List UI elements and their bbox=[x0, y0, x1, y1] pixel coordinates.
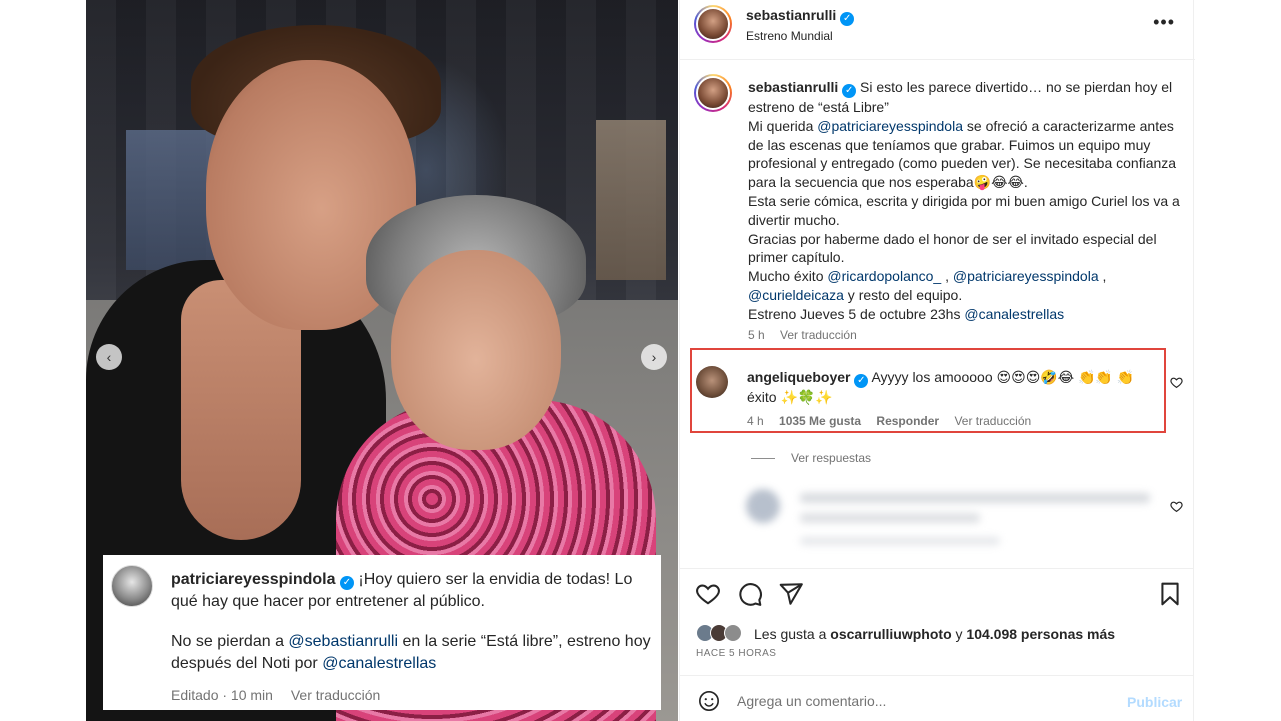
overlay-see-translation[interactable]: Ver traducción bbox=[291, 687, 381, 703]
view-replies-line bbox=[751, 458, 775, 460]
caption-line-4: Gracias por haberme dado el honor de ser… bbox=[748, 230, 1157, 266]
view-replies-button[interactable]: Ver respuestas bbox=[751, 451, 871, 465]
overlay-username[interactable]: patriciareyesspindola bbox=[171, 571, 336, 588]
author-avatar[interactable] bbox=[694, 5, 732, 43]
commenter-username[interactable]: angeliqueboyer bbox=[747, 369, 850, 385]
overlay-text-2a: No se pierdan a bbox=[171, 633, 289, 650]
overlay-avatar[interactable] bbox=[111, 565, 153, 607]
photo-set-panel bbox=[596, 120, 666, 280]
likes-summary: Les gusta a oscarrulliuwphoto y 104.098 … bbox=[754, 626, 1115, 642]
emoji-icon[interactable] bbox=[698, 690, 720, 712]
comment-text: angeliqueboyer ✓ Ayyyy los amooooo 😍😍😍🤣😂… bbox=[747, 368, 1147, 407]
mention-link[interactable]: @canalestrellas bbox=[322, 655, 436, 672]
likers-avatars[interactable] bbox=[696, 624, 748, 644]
author-username[interactable]: sebastianrulli ✓ bbox=[746, 7, 855, 26]
likes-count[interactable]: 104.098 personas más bbox=[966, 626, 1115, 642]
caption-time[interactable]: 5 h bbox=[748, 328, 765, 342]
overlay-comment-text: patriciareyesspindola ✓ ¡Hoy quiero ser … bbox=[171, 569, 651, 675]
left-gutter bbox=[0, 0, 86, 721]
caption-line-6: Estreno Jueves 5 de octubre 23hs bbox=[748, 305, 965, 322]
caption-see-translation[interactable]: Ver traducción bbox=[780, 328, 857, 342]
comment-input[interactable] bbox=[737, 693, 1107, 709]
caption-text: sebastianrulli ✓ Si esto les parece dive… bbox=[748, 78, 1180, 324]
likes-prefix: Les gusta a bbox=[754, 626, 831, 642]
overlay-edited: Editado · 10 min bbox=[171, 687, 273, 703]
commenter-avatar[interactable] bbox=[696, 366, 728, 398]
post-header: sebastianrulli ✓ Estreno Mundial ••• bbox=[680, 0, 1195, 60]
mention-link[interactable]: @patriciareyesspindola bbox=[953, 268, 1099, 284]
comment-meta: 4 h 1035 Me gusta Responder Ver traducci… bbox=[747, 414, 1043, 428]
post-time-ago[interactable]: HACE 5 HORAS bbox=[696, 648, 776, 659]
save-bookmark-icon[interactable] bbox=[1157, 581, 1183, 607]
comment-see-translation[interactable]: Ver traducción bbox=[954, 414, 1031, 428]
caption-separator: , bbox=[1098, 268, 1107, 285]
carousel-prev-button[interactable]: ‹ bbox=[96, 344, 122, 370]
verified-badge-icon: ✓ bbox=[339, 576, 354, 590]
post-subtitle[interactable]: Estreno Mundial bbox=[746, 29, 833, 43]
verified-badge-icon: ✓ bbox=[854, 374, 869, 388]
overlay-meta: Editado · 10 min Ver traducción bbox=[171, 687, 394, 703]
more-options-icon[interactable]: ••• bbox=[1153, 12, 1175, 33]
carousel-next-button[interactable]: › bbox=[641, 344, 667, 370]
actions-divider bbox=[679, 568, 1194, 569]
caption-line-5a: Mucho éxito bbox=[748, 268, 828, 285]
mention-link[interactable]: @ricardopolanco_ bbox=[827, 268, 941, 284]
likes-middle: y bbox=[951, 626, 967, 642]
caption-avatar[interactable] bbox=[694, 74, 732, 112]
view-replies-label[interactable]: Ver respuestas bbox=[791, 451, 871, 465]
overlay-paragraph-2: No se pierdan a @sebastianrulli en la se… bbox=[171, 631, 651, 675]
caption-meta: 5 h Ver traducción bbox=[748, 328, 869, 342]
caption-username[interactable]: sebastianrulli bbox=[748, 79, 838, 95]
comment-likes[interactable]: 1035 Me gusta bbox=[779, 414, 861, 428]
right-gutter bbox=[1195, 0, 1281, 721]
comment-reply-button[interactable]: Responder bbox=[876, 414, 939, 428]
comment-like-heart-icon[interactable] bbox=[1170, 376, 1183, 392]
verified-badge-icon: ✓ bbox=[842, 84, 857, 98]
mention-link[interactable]: @patriciareyesspindola bbox=[817, 118, 963, 134]
photo-woman-face bbox=[391, 250, 561, 450]
mention-link[interactable]: @canalestrellas bbox=[964, 306, 1064, 322]
verified-badge-icon: ✓ bbox=[840, 12, 855, 26]
mention-link[interactable]: @sebastianrulli bbox=[288, 633, 398, 650]
caption-line-2a: Mi querida bbox=[748, 117, 818, 134]
caption-separator: , bbox=[941, 268, 953, 285]
comment-like-heart-icon[interactable] bbox=[1170, 500, 1183, 516]
liker-username[interactable]: oscarrulliuwphoto bbox=[830, 626, 951, 642]
share-send-icon[interactable] bbox=[778, 581, 804, 607]
blurred-comment bbox=[746, 485, 1166, 555]
comment-time[interactable]: 4 h bbox=[747, 414, 764, 428]
publish-button[interactable]: Publicar bbox=[1127, 694, 1182, 710]
comment-bubble-icon[interactable] bbox=[737, 581, 763, 607]
caption-line-5b: y resto del equipo. bbox=[843, 286, 963, 303]
like-heart-icon[interactable] bbox=[695, 581, 721, 607]
author-username-text[interactable]: sebastianrulli bbox=[746, 7, 836, 23]
overlay-comment-card: patriciareyesspindola ✓ ¡Hoy quiero ser … bbox=[103, 555, 661, 710]
photo-set-panel bbox=[126, 130, 216, 270]
mention-link[interactable]: @curieldeicaza bbox=[748, 287, 844, 303]
caption-line-3: Esta serie cómica, escrita y dirigida po… bbox=[748, 192, 1180, 228]
